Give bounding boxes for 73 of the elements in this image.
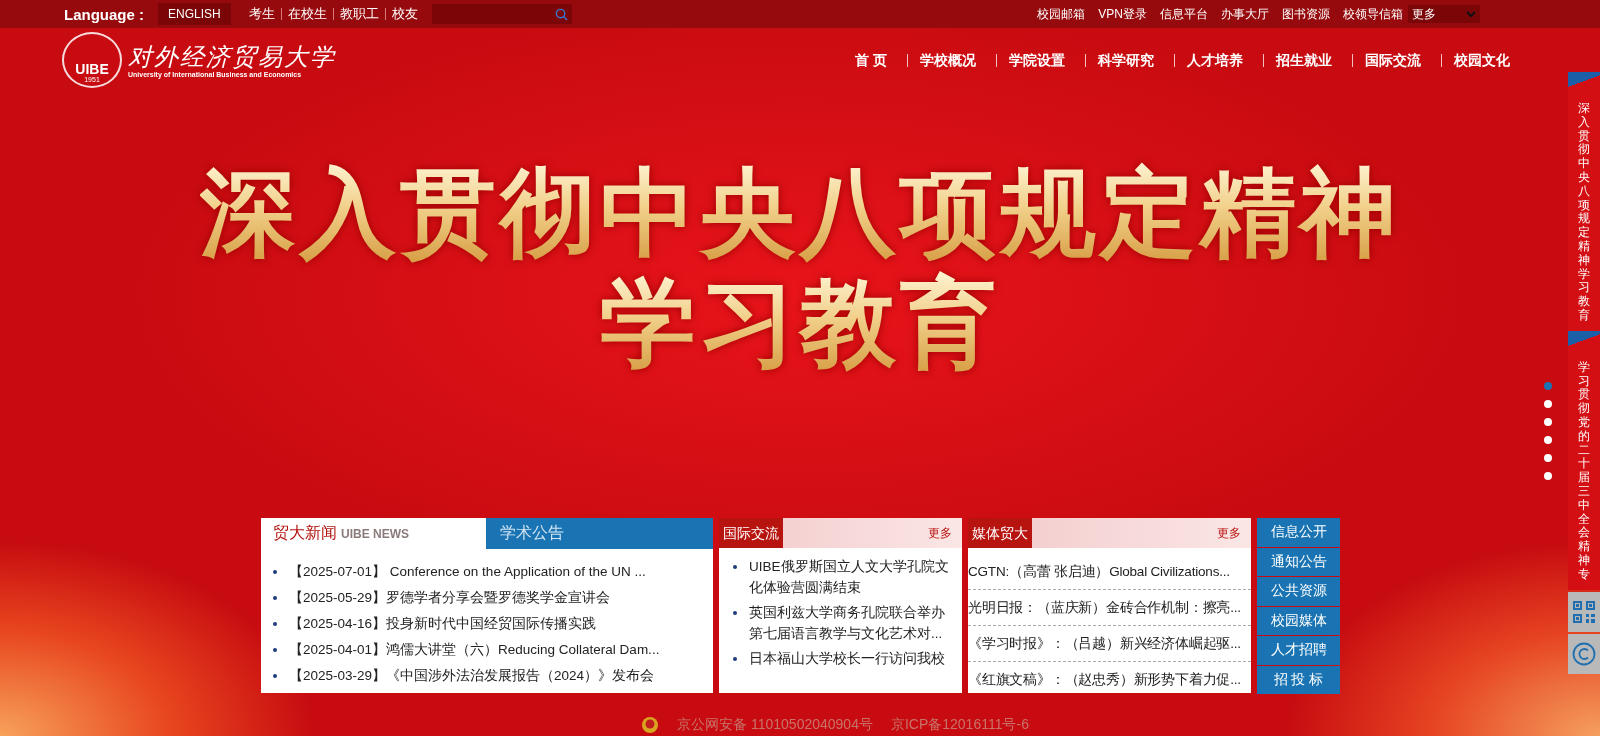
news-link[interactable]: 【2025-05-29】罗德学者分享会暨罗德奖学金宣讲会	[289, 589, 611, 607]
slider-dot[interactable]	[1544, 454, 1552, 462]
copyright-button[interactable]	[1568, 633, 1600, 674]
more-link[interactable]: 更多	[1217, 524, 1241, 542]
quick-button[interactable]: 公共资源	[1257, 577, 1340, 606]
quick-button[interactable]: 通知公告	[1257, 547, 1340, 576]
side-banner[interactable]: 深入贯彻中央八项规定精神学习教育	[1568, 72, 1600, 331]
news-link[interactable]: 光明日报：（蓝庆新）金砖合作机制：擦亮...	[968, 598, 1241, 617]
tab-label: 贸大新闻	[273, 523, 337, 543]
english-button[interactable]: ENGLISH	[158, 3, 231, 25]
nav-link[interactable]: 学校概况	[907, 53, 986, 67]
bullet-icon	[273, 596, 277, 600]
audience-link[interactable]: 考生	[242, 8, 281, 20]
bullet-icon	[733, 565, 737, 569]
bullet-icon	[273, 648, 277, 652]
search-icon[interactable]	[554, 7, 568, 21]
news-link[interactable]: 【2025-07-01】 Conference on the Application of the UN ...	[289, 563, 646, 581]
caret-icon	[1466, 10, 1476, 18]
news-link[interactable]: 【2025-04-16】投身新时代中国经贸国际传播实践	[289, 615, 597, 633]
slider-dot[interactable]	[1544, 418, 1552, 426]
side-banner[interactable]: 学习贯彻党的二十届三中全会精神专	[1568, 330, 1600, 590]
slider-dot[interactable]	[1544, 400, 1552, 408]
news-tab[interactable]: 学术公告	[486, 518, 713, 549]
tab-sublabel: UIBE NEWS	[341, 526, 409, 541]
bullet-icon	[273, 570, 277, 574]
qr-code-button[interactable]	[1568, 591, 1600, 632]
nav-link[interactable]: 校园文化	[1441, 53, 1520, 67]
news-link[interactable]: 【2025-03-29】《中国涉外法治发展报告（2024）》发布会	[289, 667, 655, 685]
news-link[interactable]: UIBE俄罗斯国立人文大学孔院文化体验营圆满结束	[749, 556, 956, 598]
panel-title: 媒体贸大	[968, 518, 1032, 548]
quick-button[interactable]: 校园媒体	[1257, 606, 1340, 635]
nav-link[interactable]: 人才培养	[1174, 53, 1253, 67]
qr-code-icon	[1572, 599, 1596, 624]
audience-link[interactable]: 校友	[384, 8, 424, 20]
copyright-icon	[1572, 641, 1596, 666]
more-select[interactable]: 更多	[1408, 5, 1480, 23]
nav-link[interactable]: 国际交流	[1352, 53, 1431, 67]
nav-link[interactable]: 首 页	[843, 53, 897, 67]
quick-link[interactable]: 信息平台	[1160, 5, 1208, 23]
bullet-icon	[733, 611, 737, 615]
nav-link[interactable]: 学院设置	[996, 53, 1075, 67]
bullet-icon	[273, 622, 277, 626]
quick-link[interactable]: VPN登录	[1098, 5, 1147, 23]
search-field[interactable]	[431, 4, 572, 24]
news-link[interactable]: 日本福山大学校长一行访问我校	[749, 648, 945, 669]
slider-dot[interactable]	[1544, 472, 1552, 480]
logo-abbreviation: UIBE	[75, 62, 109, 76]
quick-button[interactable]: 招 投 标	[1257, 665, 1340, 694]
slider-dot[interactable]	[1544, 382, 1552, 390]
quick-link[interactable]: 图书资源	[1282, 5, 1330, 23]
news-link[interactable]: 【2025-04-01】鸿儒大讲堂（六）Reducing Collateral Dam...	[289, 641, 660, 659]
panel-title: 国际交流	[719, 518, 783, 548]
audience-link[interactable]: 教职工	[332, 8, 385, 20]
news-link[interactable]: CGTN:（高蕾 张启迪）Global Civilizations...	[968, 562, 1230, 581]
news-link[interactable]: 《红旗文稿》：（赵忠秀）新形势下着力促...	[968, 670, 1241, 689]
tab-label: 学术公告	[500, 523, 564, 543]
slider-dot[interactable]	[1544, 436, 1552, 444]
bullet-icon	[273, 674, 277, 678]
quick-link[interactable]: 办事大厅	[1221, 5, 1269, 23]
police-badge-icon	[641, 716, 660, 734]
bullet-icon	[733, 657, 737, 661]
quick-button[interactable]: 信息公开	[1257, 518, 1340, 547]
more-link[interactable]: 更多	[928, 524, 952, 542]
audience-link[interactable]: 在校生	[280, 8, 333, 20]
university-name: 对外经济贸易大学	[128, 42, 336, 71]
nav-link[interactable]: 招生就业	[1263, 53, 1342, 67]
news-link[interactable]: 英国利兹大学商务孔院联合举办第七届语言教学与文化艺术对...	[749, 602, 956, 644]
quick-link[interactable]: 校园邮箱	[1037, 5, 1086, 23]
nav-link[interactable]: 科学研究	[1085, 53, 1164, 67]
quick-button[interactable]: 人才招聘	[1257, 636, 1340, 665]
news-link[interactable]: 《学习时报》：（吕越）新兴经济体崛起驱...	[968, 634, 1241, 653]
quick-link[interactable]: 校领导信箱	[1343, 5, 1403, 23]
language-label: Language :	[64, 5, 144, 23]
